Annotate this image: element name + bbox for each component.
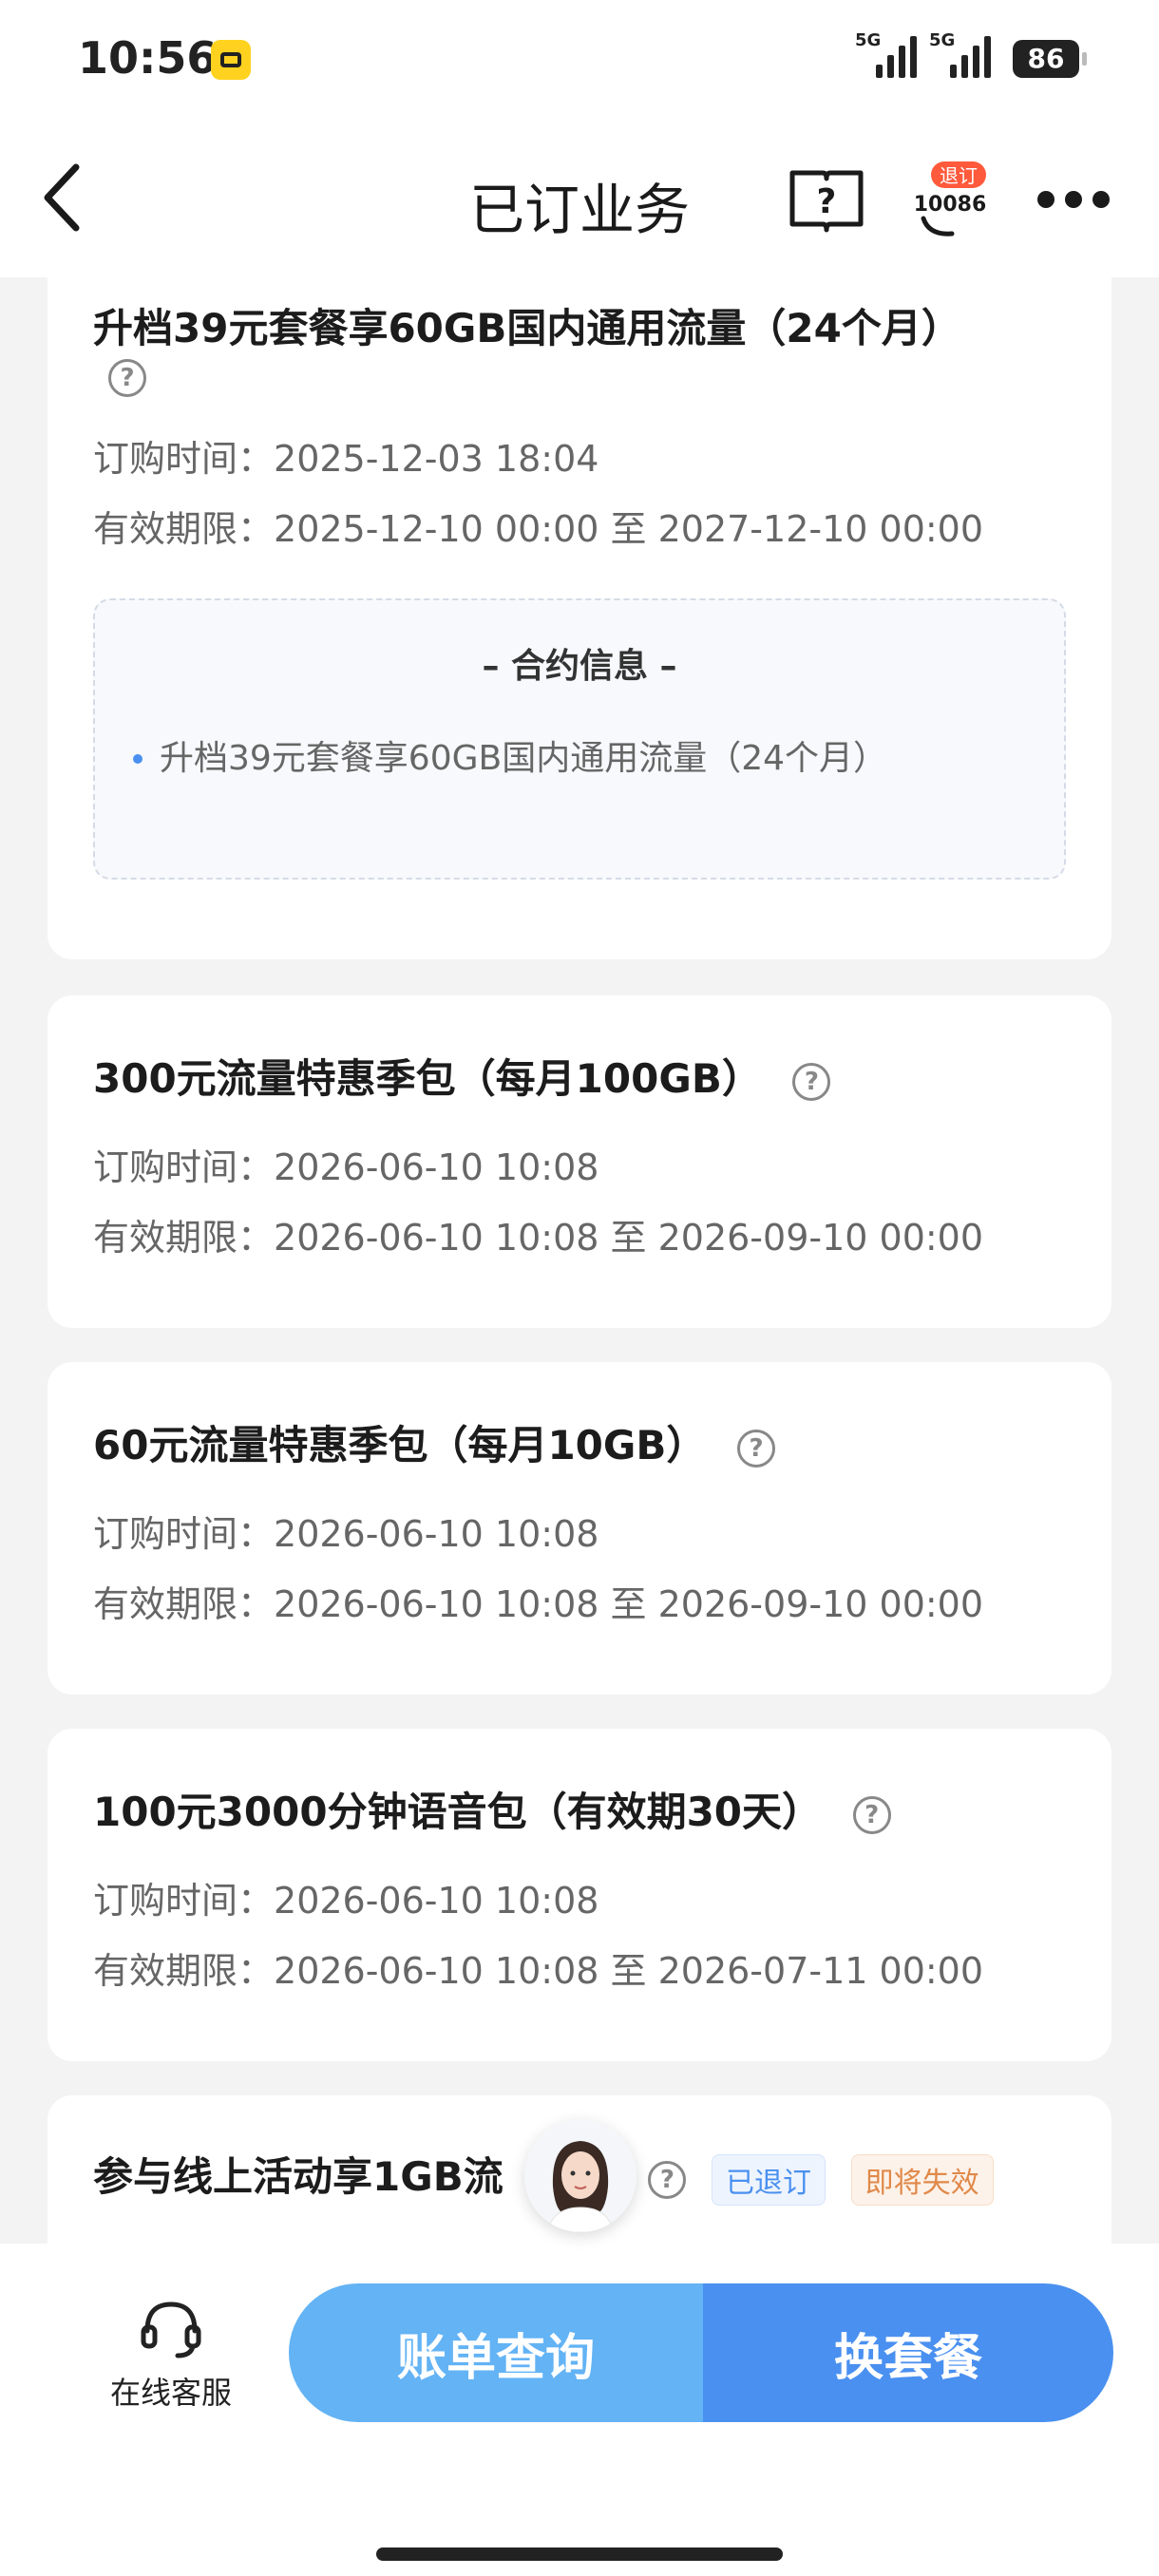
- valid-period-row: 有效期限：2026-06-10 10:08 至 2026-07-11 00:00: [93, 1941, 983, 1994]
- order-time-row: 订购时间：2025-12-03 18:04: [93, 429, 598, 482]
- order-time-label: 订购时间：: [93, 1146, 275, 1188]
- valid-period-label: 有效期限：: [93, 1217, 275, 1259]
- contract-info-box: – 合约信息 – 升档39元套餐享60GB国内通用流量（24个月）: [93, 598, 1066, 880]
- service-card: 300元流量特惠季包（每月100GB） ? 订购时间：2026-06-10 10…: [48, 995, 1112, 1328]
- status-time: 10:56: [78, 32, 218, 84]
- order-time-label: 订购时间：: [93, 438, 275, 480]
- hotline-number: 10086: [914, 193, 987, 217]
- network-type-2: 5G: [929, 30, 956, 50]
- valid-period-row: 有效期限：2026-06-10 10:08 至 2026-09-10 00:00: [93, 1208, 983, 1260]
- order-time-label: 订购时间：: [93, 1513, 275, 1555]
- battery-indicator: 86: [1013, 40, 1087, 78]
- change-plan-button[interactable]: 换套餐: [703, 2283, 1113, 2422]
- hotline-10086-icon[interactable]: 退订 10086: [910, 160, 990, 239]
- status-bar: 10:56 5G 5G 86: [0, 0, 1159, 123]
- signal-icon-1: 5G: [855, 30, 917, 78]
- service-title: 300元流量特惠季包（每月100GB）: [93, 1055, 762, 1102]
- question-icon[interactable]: ?: [852, 1795, 891, 1834]
- question-icon[interactable]: ?: [108, 359, 146, 397]
- service-title: 60元流量特惠季包（每月10GB）: [93, 1422, 707, 1468]
- service-title-row: 60元流量特惠季包（每月10GB） ?: [93, 1413, 776, 1471]
- question-icon[interactable]: ?: [737, 1429, 776, 1468]
- valid-period-row: 有效期限：2026-06-10 10:08 至 2026-09-10 00:00: [93, 1575, 983, 1627]
- valid-period-value: 2026-06-10 10:08 至 2026-07-11 00:00: [274, 1950, 984, 1992]
- question-icon[interactable]: ?: [648, 2160, 687, 2199]
- valid-period-value: 2025-12-10 00:00 至 2027-12-10 00:00: [274, 508, 984, 550]
- order-time-value: 2026-06-10 10:08: [274, 1880, 599, 1922]
- valid-period-label: 有效期限：: [93, 508, 275, 550]
- subscribed-services-list[interactable]: 升档39元套餐享60GB国内通用流量（24个月） ? 订购时间：2025-12-…: [0, 277, 1159, 2244]
- valid-period-value: 2026-06-10 10:08 至 2026-09-10 00:00: [274, 1217, 984, 1259]
- online-service-label: 在线客服: [109, 2375, 232, 2411]
- svg-text:?: ?: [817, 182, 837, 221]
- order-time-row: 订购时间：2026-06-10 10:08: [93, 1505, 598, 1557]
- service-card: 60元流量特惠季包（每月10GB） ? 订购时间：2026-06-10 10:0…: [48, 1362, 1112, 1695]
- signal-icon-2: 5G: [929, 30, 991, 78]
- service-title: 100元3000分钟语音包（有效期30天）: [93, 1789, 823, 1835]
- assistant-avatar[interactable]: [524, 2120, 636, 2232]
- order-time-row: 订购时间：2026-06-10 10:08: [93, 1138, 598, 1190]
- valid-period-value: 2026-06-10 10:08 至 2026-09-10 00:00: [274, 1583, 984, 1625]
- status-badge-expiring: 即将失效: [850, 2153, 994, 2206]
- status-badge-unsubscribed: 已退订: [711, 2153, 826, 2206]
- network-type-1: 5G: [855, 30, 882, 50]
- service-title-row: 100元3000分钟语音包（有效期30天） ?: [93, 1780, 891, 1838]
- service-title: 升档39元套餐享60GB国内通用流量（24个月）: [93, 305, 961, 351]
- service-card: 升档39元套餐享60GB国内通用流量（24个月） ? 订购时间：2025-12-…: [48, 277, 1112, 959]
- valid-period-label: 有效期限：: [93, 1583, 275, 1625]
- more-icon[interactable]: [1037, 180, 1110, 218]
- valid-period-label: 有效期限：: [93, 1950, 275, 1992]
- order-time-value: 2025-12-03 18:04: [274, 438, 599, 480]
- app-notification-icon: [211, 40, 251, 80]
- service-title-part1: 参与线上活动享1GB流: [93, 2153, 504, 2200]
- contract-info-item: 升档39元套餐享60GB国内通用流量（24个月）: [133, 733, 887, 785]
- nav-bar: 已订业务 ? 退订 10086: [0, 123, 1159, 277]
- service-title-row: 300元流量特惠季包（每月100GB） ?: [93, 1047, 831, 1105]
- bill-query-button[interactable]: 账单查询: [289, 2283, 703, 2422]
- order-time-value: 2026-06-10 10:08: [274, 1513, 599, 1555]
- order-time-label: 订购时间：: [93, 1880, 275, 1922]
- service-card: 100元3000分钟语音包（有效期30天） ? 订购时间：2026-06-10 …: [48, 1729, 1112, 2061]
- online-service-button[interactable]: 在线客服: [95, 2297, 247, 2413]
- bottom-action-bar: 在线客服 账单查询 换套餐: [0, 2244, 1159, 2576]
- contract-info-heading: – 合约信息 –: [482, 647, 677, 686]
- order-time-row: 订购时间：2026-06-10 10:08: [93, 1871, 598, 1923]
- valid-period-row: 有效期限：2025-12-10 00:00 至 2027-12-10 00:00: [93, 500, 983, 552]
- help-book-icon[interactable]: ?: [788, 165, 864, 234]
- unsubscribe-badge: 退订: [940, 164, 978, 187]
- question-icon[interactable]: ?: [792, 1062, 831, 1101]
- headset-icon: [141, 2301, 201, 2358]
- home-indicator[interactable]: [376, 2548, 783, 2561]
- order-time-value: 2026-06-10 10:08: [274, 1146, 599, 1188]
